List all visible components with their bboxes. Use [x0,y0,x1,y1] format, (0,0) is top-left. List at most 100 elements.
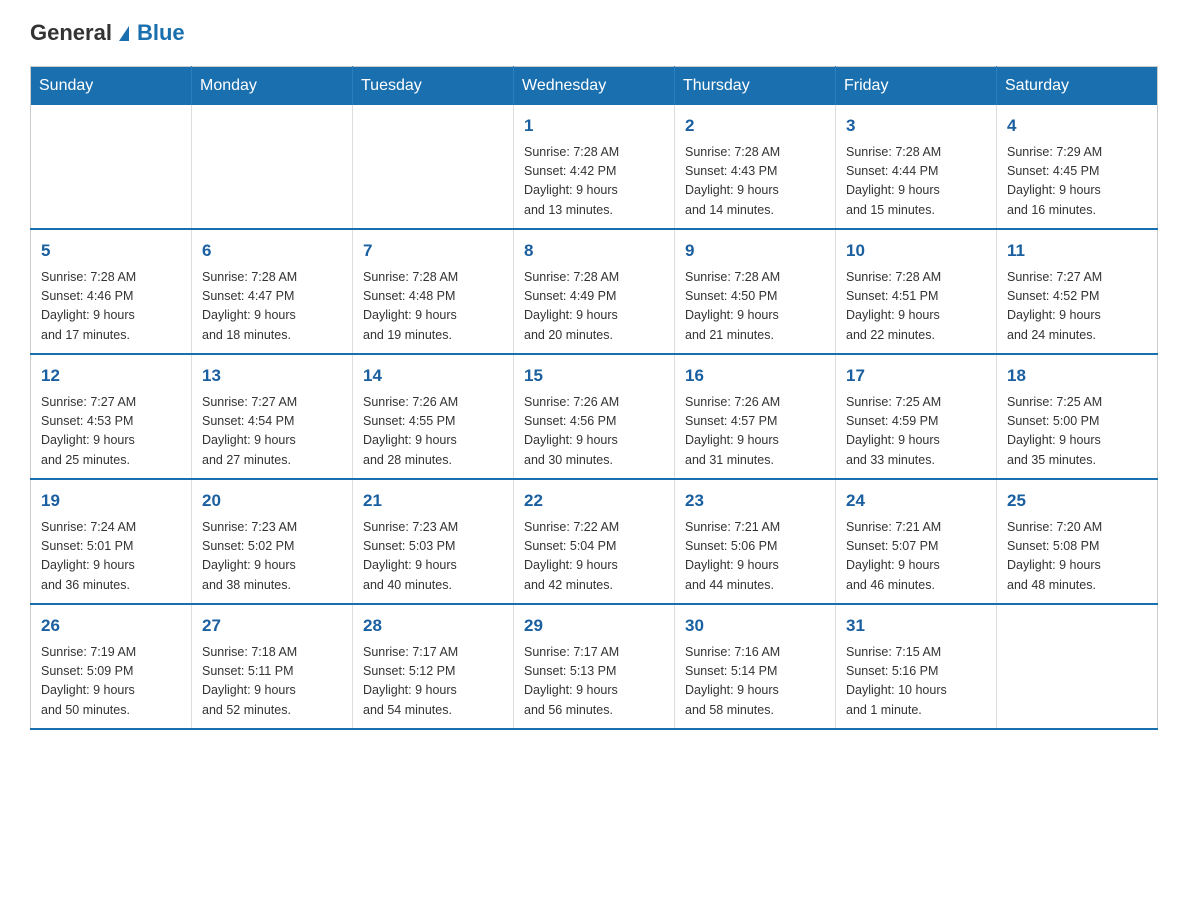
weekday-header-friday: Friday [836,67,997,106]
day-number: 22 [524,488,664,514]
calendar-cell [353,105,514,229]
day-number: 14 [363,363,503,389]
page-header: General Blue [30,20,1158,46]
day-number: 13 [202,363,342,389]
weekday-header-saturday: Saturday [997,67,1158,106]
logo-triangle-icon [119,26,129,41]
calendar-week-row: 5 Sunrise: 7:28 AMSunset: 4:46 PMDaylight… [31,229,1158,354]
calendar-table: SundayMondayTuesdayWednesdayThursdayFrid… [30,66,1158,730]
day-info: Sunrise: 7:20 AMSunset: 5:08 PMDaylight:… [1007,518,1147,596]
day-number: 11 [1007,238,1147,264]
day-info: Sunrise: 7:26 AMSunset: 4:57 PMDaylight:… [685,393,825,471]
calendar-cell: 5 Sunrise: 7:28 AMSunset: 4:46 PMDaylight… [31,229,192,354]
day-number: 25 [1007,488,1147,514]
day-number: 16 [685,363,825,389]
calendar-cell: 15 Sunrise: 7:26 AMSunset: 4:56 PMDayligh… [514,354,675,479]
calendar-cell [997,604,1158,729]
calendar-cell: 26 Sunrise: 7:19 AMSunset: 5:09 PMDayligh… [31,604,192,729]
day-info: Sunrise: 7:21 AMSunset: 5:06 PMDaylight:… [685,518,825,596]
logo: General Blue [30,20,185,46]
calendar-cell: 22 Sunrise: 7:22 AMSunset: 5:04 PMDayligh… [514,479,675,604]
day-info: Sunrise: 7:21 AMSunset: 5:07 PMDaylight:… [846,518,986,596]
day-number: 15 [524,363,664,389]
calendar-cell: 28 Sunrise: 7:17 AMSunset: 5:12 PMDayligh… [353,604,514,729]
calendar-cell: 25 Sunrise: 7:20 AMSunset: 5:08 PMDayligh… [997,479,1158,604]
day-info: Sunrise: 7:28 AMSunset: 4:46 PMDaylight:… [41,268,181,346]
calendar-cell [31,105,192,229]
day-number: 27 [202,613,342,639]
day-info: Sunrise: 7:28 AMSunset: 4:50 PMDaylight:… [685,268,825,346]
day-info: Sunrise: 7:17 AMSunset: 5:13 PMDaylight:… [524,643,664,721]
day-number: 2 [685,113,825,139]
day-info: Sunrise: 7:16 AMSunset: 5:14 PMDaylight:… [685,643,825,721]
day-info: Sunrise: 7:15 AMSunset: 5:16 PMDaylight:… [846,643,986,721]
calendar-cell: 1 Sunrise: 7:28 AMSunset: 4:42 PMDaylight… [514,105,675,229]
day-info: Sunrise: 7:26 AMSunset: 4:56 PMDaylight:… [524,393,664,471]
day-number: 7 [363,238,503,264]
calendar-week-row: 1 Sunrise: 7:28 AMSunset: 4:42 PMDaylight… [31,105,1158,229]
day-number: 6 [202,238,342,264]
day-number: 12 [41,363,181,389]
day-info: Sunrise: 7:22 AMSunset: 5:04 PMDaylight:… [524,518,664,596]
day-number: 31 [846,613,986,639]
calendar-cell: 23Sunrise: 7:21 AMSunset: 5:06 PMDayligh… [675,479,836,604]
calendar-cell: 10 Sunrise: 7:28 AMSunset: 4:51 PMDayligh… [836,229,997,354]
day-info: Sunrise: 7:27 AMSunset: 4:54 PMDaylight:… [202,393,342,471]
calendar-week-row: 12 Sunrise: 7:27 AMSunset: 4:53 PMDayligh… [31,354,1158,479]
day-info: Sunrise: 7:28 AMSunset: 4:42 PMDaylight:… [524,143,664,221]
calendar-cell: 20Sunrise: 7:23 AMSunset: 5:02 PMDayligh… [192,479,353,604]
weekday-header-tuesday: Tuesday [353,67,514,106]
calendar-cell: 17 Sunrise: 7:25 AMSunset: 4:59 PMDayligh… [836,354,997,479]
calendar-cell: 29 Sunrise: 7:17 AMSunset: 5:13 PMDayligh… [514,604,675,729]
calendar-cell: 6 Sunrise: 7:28 AMSunset: 4:47 PMDaylight… [192,229,353,354]
day-info: Sunrise: 7:28 AMSunset: 4:44 PMDaylight:… [846,143,986,221]
calendar-cell: 2 Sunrise: 7:28 AMSunset: 4:43 PMDaylight… [675,105,836,229]
day-number: 3 [846,113,986,139]
weekday-header-thursday: Thursday [675,67,836,106]
calendar-cell: 7Sunrise: 7:28 AMSunset: 4:48 PMDaylight… [353,229,514,354]
day-info: Sunrise: 7:19 AMSunset: 5:09 PMDaylight:… [41,643,181,721]
calendar-week-row: 26 Sunrise: 7:19 AMSunset: 5:09 PMDayligh… [31,604,1158,729]
calendar-week-row: 19 Sunrise: 7:24 AMSunset: 5:01 PMDayligh… [31,479,1158,604]
day-info: Sunrise: 7:28 AMSunset: 4:51 PMDaylight:… [846,268,986,346]
day-info: Sunrise: 7:29 AMSunset: 4:45 PMDaylight:… [1007,143,1147,221]
day-info: Sunrise: 7:27 AMSunset: 4:53 PMDaylight:… [41,393,181,471]
calendar-cell: 30 Sunrise: 7:16 AMSunset: 5:14 PMDayligh… [675,604,836,729]
day-number: 19 [41,488,181,514]
calendar-cell: 21Sunrise: 7:23 AMSunset: 5:03 PMDayligh… [353,479,514,604]
day-number: 1 [524,113,664,139]
day-number: 17 [846,363,986,389]
weekday-header-row: SundayMondayTuesdayWednesdayThursdayFrid… [31,67,1158,106]
day-info: Sunrise: 7:28 AMSunset: 4:43 PMDaylight:… [685,143,825,221]
day-number: 10 [846,238,986,264]
calendar-cell: 13 Sunrise: 7:27 AMSunset: 4:54 PMDayligh… [192,354,353,479]
day-info: Sunrise: 7:25 AMSunset: 4:59 PMDaylight:… [846,393,986,471]
weekday-header-sunday: Sunday [31,67,192,106]
calendar-cell: 11 Sunrise: 7:27 AMSunset: 4:52 PMDayligh… [997,229,1158,354]
day-info: Sunrise: 7:23 AMSunset: 5:02 PMDaylight:… [202,518,342,596]
day-number: 29 [524,613,664,639]
day-number: 24 [846,488,986,514]
day-info: Sunrise: 7:18 AMSunset: 5:11 PMDaylight:… [202,643,342,721]
day-info: Sunrise: 7:26 AMSunset: 4:55 PMDaylight:… [363,393,503,471]
day-number: 28 [363,613,503,639]
day-number: 30 [685,613,825,639]
day-number: 5 [41,238,181,264]
calendar-body: 1 Sunrise: 7:28 AMSunset: 4:42 PMDaylight… [31,105,1158,729]
calendar-header: SundayMondayTuesdayWednesdayThursdayFrid… [31,67,1158,106]
day-info: Sunrise: 7:24 AMSunset: 5:01 PMDaylight:… [41,518,181,596]
day-info: Sunrise: 7:28 AMSunset: 4:47 PMDaylight:… [202,268,342,346]
logo-text-general: General [30,20,112,46]
calendar-cell: 24 Sunrise: 7:21 AMSunset: 5:07 PMDayligh… [836,479,997,604]
day-info: Sunrise: 7:28 AMSunset: 4:49 PMDaylight:… [524,268,664,346]
day-number: 8 [524,238,664,264]
calendar-cell: 8 Sunrise: 7:28 AMSunset: 4:49 PMDaylight… [514,229,675,354]
day-number: 18 [1007,363,1147,389]
day-number: 26 [41,613,181,639]
day-info: Sunrise: 7:27 AMSunset: 4:52 PMDaylight:… [1007,268,1147,346]
calendar-cell: 16 Sunrise: 7:26 AMSunset: 4:57 PMDayligh… [675,354,836,479]
calendar-cell: 18Sunrise: 7:25 AMSunset: 5:00 PMDayligh… [997,354,1158,479]
logo-text-blue: Blue [137,20,185,46]
day-info: Sunrise: 7:17 AMSunset: 5:12 PMDaylight:… [363,643,503,721]
day-number: 21 [363,488,503,514]
